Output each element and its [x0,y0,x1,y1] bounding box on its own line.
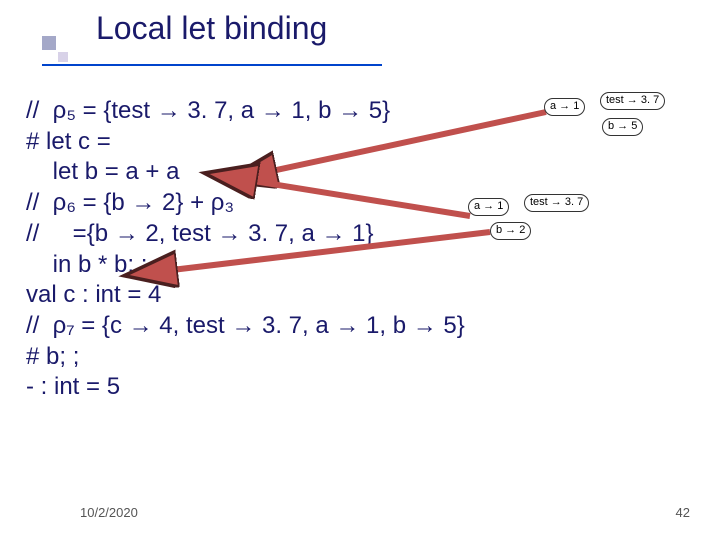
code-line: - : int = 5 [26,372,694,403]
code-line: in b * b; ; [26,250,694,281]
code-body: // ρ₅ = {test → 3. 7, a → 1, b → 5} # le… [26,96,694,403]
code-line: # let c = [26,127,694,158]
slide-title: Local let binding [96,10,702,47]
footer-page-number: 42 [676,505,690,520]
code-line: val c : int = 4 [26,280,694,311]
cloud-a1-mid: a → 1 [468,198,509,216]
cloud-test37-mid: test → 3. 7 [524,194,589,212]
code-line: // ρ₆ = {b → 2} + ρ₃ [26,188,694,219]
title-underline [42,64,382,66]
footer-date: 10/2/2020 [80,505,138,520]
bullet-decor-small [58,52,68,62]
code-line: // ρ₅ = {test → 3. 7, a → 1, b → 5} [26,96,694,127]
bullet-decor [42,36,56,50]
cloud-test37: test → 3. 7 [600,92,665,110]
code-line: # b; ; [26,342,694,373]
cloud-b5: b → 5 [602,118,643,136]
cloud-a1: a → 1 [544,98,585,116]
code-line: // ρ₇ = {c → 4, test → 3. 7, a → 1, b → … [26,311,694,342]
code-line: // ={b → 2, test → 3. 7, a → 1} [26,219,694,250]
code-line: let b = a + a [26,157,694,188]
title-area: Local let binding [18,10,702,47]
cloud-b2: b → 2 [490,222,531,240]
